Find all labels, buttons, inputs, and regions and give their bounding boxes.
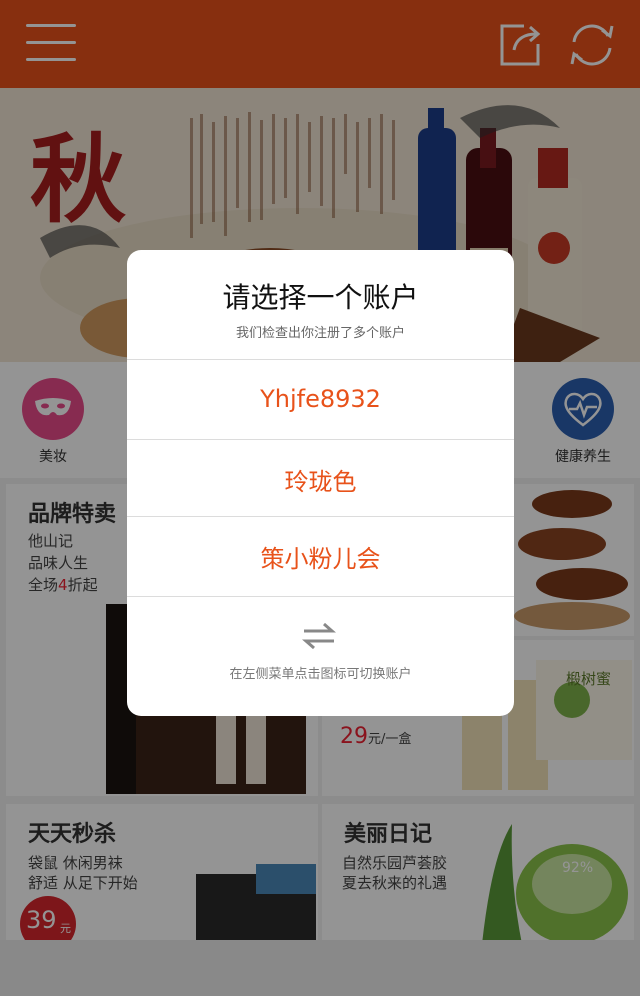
account-option[interactable]: Yhjfe8932	[127, 359, 514, 438]
account-option[interactable]: 玲珑色	[127, 439, 514, 518]
dialog-hint: 在左侧菜单点击图标可切换账户	[229, 667, 412, 682]
dialog-title: 请选择一个账户	[222, 281, 419, 314]
account-picker-dialog: 请选择一个账户 我们检查出你注册了多个账户 Yhjfe8932 玲珑色 策小粉儿…	[127, 250, 514, 716]
switch-arrows-icon	[302, 622, 336, 650]
dialog-subtitle: 我们检查出你注册了多个账户	[235, 326, 405, 341]
dialog-footer: 在左侧菜单点击图标可切换账户	[127, 596, 514, 716]
account-option[interactable]: 策小粉儿会	[127, 516, 514, 595]
